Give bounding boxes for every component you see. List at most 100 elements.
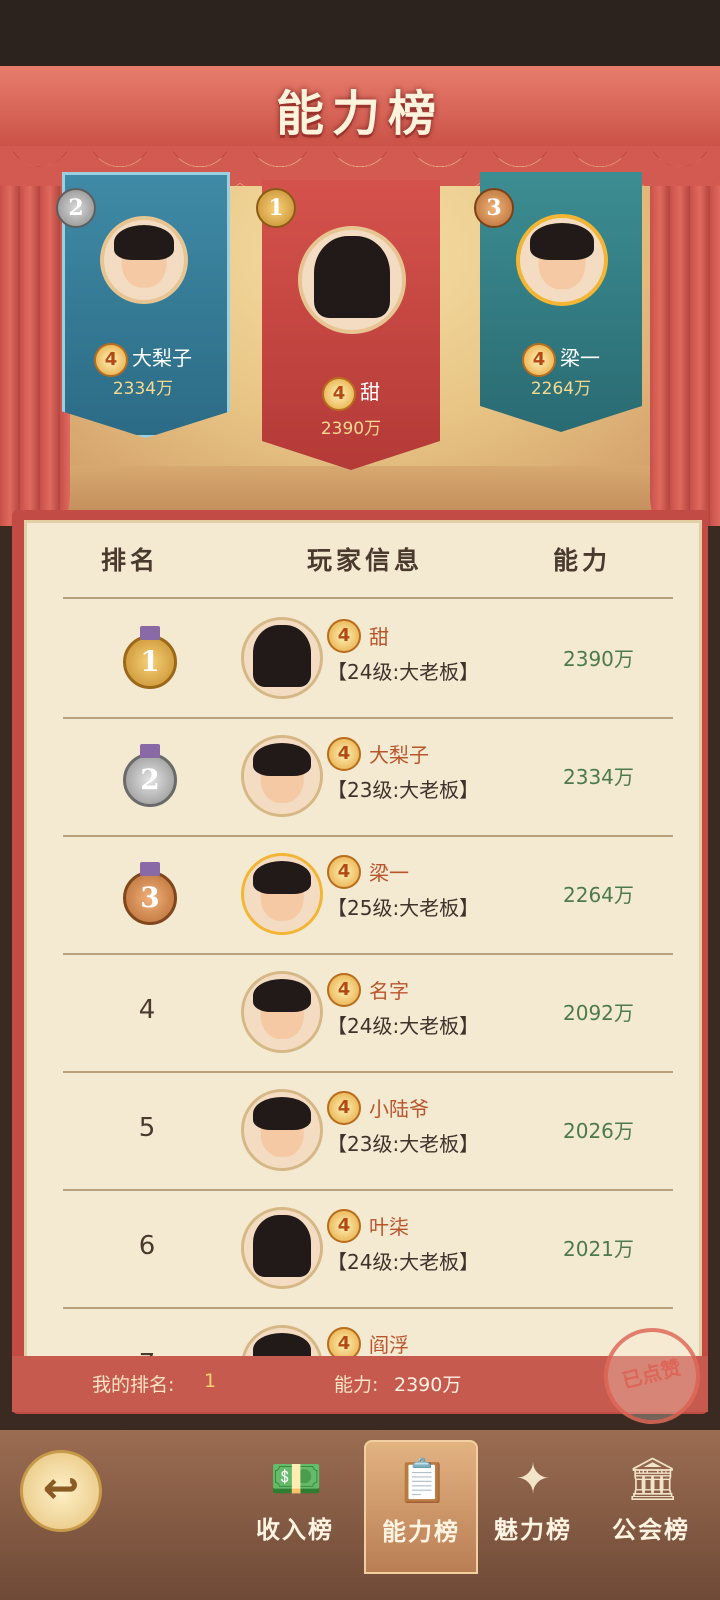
podium-score: 2390万 <box>320 419 382 439</box>
vip-badge-icon: 4 <box>522 342 556 377</box>
avatar-hair <box>253 742 311 776</box>
avatar-hair <box>253 1214 311 1277</box>
header-rank: 排名 <box>101 546 160 575</box>
my-ability-label: 能力: <box>334 1374 379 1396</box>
avatar-hair <box>253 1096 311 1130</box>
avatar-hair <box>253 624 311 687</box>
table-row[interactable]: 5 4 小陆爷 【23级:大老板】 2026万 <box>63 1073 673 1191</box>
avatar[interactable] <box>241 1089 323 1171</box>
guild-building-icon: 🏛 <box>626 1454 680 1503</box>
player-level: 【23级:大老板】 <box>327 1132 480 1156</box>
avatar[interactable] <box>241 853 323 935</box>
sparkle-icon: ✦ <box>515 1454 551 1503</box>
vip-badge-icon: 4 <box>94 342 128 377</box>
my-rank-value: 1 <box>204 1370 217 1392</box>
avatar-hair <box>314 236 390 318</box>
player-level: 【25级:大老板】 <box>327 896 480 920</box>
player-level: 【24级:大老板】 <box>327 1014 480 1038</box>
podium-name: 梁一 <box>560 346 600 370</box>
ability-score: 2021万 <box>563 1237 634 1261</box>
tab-charm[interactable]: ✦ 魅力榜 <box>478 1440 588 1570</box>
bronze-medal-icon: 3 <box>123 862 177 925</box>
player-name: 大梨子 <box>369 743 429 767</box>
rank-number: 6 <box>138 1231 156 1261</box>
player-name: 阎浮 <box>369 1333 409 1357</box>
vip-badge-icon: 4 <box>327 619 361 653</box>
header-ability: 能力 <box>553 546 612 575</box>
header-divider <box>63 597 673 599</box>
gold-medal-icon: 1 <box>256 188 296 228</box>
silver-medal-icon: 2 <box>123 744 177 807</box>
table-row[interactable]: 2 4 大梨子 【23级:大老板】 2334万 <box>63 719 673 837</box>
avatar[interactable] <box>298 226 406 334</box>
clipboard-icon: 📋 <box>396 1456 449 1505</box>
podium-name: 大梨子 <box>132 346 192 370</box>
curtain-left <box>0 126 70 526</box>
ability-score: 2092万 <box>563 1001 634 1025</box>
tab-ability[interactable]: 📋 能力榜 <box>364 1440 478 1574</box>
podium-name-row: 4 梁一 <box>480 342 642 377</box>
page-title: 能力榜 <box>275 86 444 142</box>
silver-medal-icon: 2 <box>56 188 96 228</box>
player-level: 【24级:大老板】 <box>327 660 480 684</box>
avatar[interactable] <box>100 216 188 304</box>
rank-number: 4 <box>138 995 156 1025</box>
vip-badge-icon: 4 <box>327 737 361 771</box>
table-row[interactable]: 1 4 甜 【24级:大老板】 2390万 <box>63 601 673 719</box>
curtain-right <box>650 126 720 526</box>
avatar[interactable] <box>241 1207 323 1289</box>
ability-score: 2264万 <box>563 883 634 907</box>
player-name: 梁一 <box>369 861 409 885</box>
tab-label: 收入榜 <box>256 1516 334 1544</box>
avatar-hair <box>530 223 594 260</box>
vip-badge-icon: 4 <box>327 1209 361 1243</box>
podium-name: 甜 <box>360 380 380 404</box>
player-name: 甜 <box>369 625 389 649</box>
player-level: 【23级:大老板】 <box>327 778 480 802</box>
vip-badge-icon: 4 <box>322 376 356 411</box>
rank-number: 5 <box>138 1113 156 1143</box>
vip-badge-icon: 4 <box>327 973 361 1007</box>
tab-guild[interactable]: 🏛 公会榜 <box>596 1440 706 1570</box>
player-name: 小陆爷 <box>369 1097 429 1121</box>
avatar-hair <box>253 860 311 894</box>
my-ability-value: 2390万 <box>394 1374 462 1396</box>
podium-second[interactable]: 2 4 大梨子 2334万 <box>56 172 230 438</box>
vip-badge-icon: 4 <box>327 1091 361 1125</box>
table-row[interactable]: 3 4 梁一 【25级:大老板】 2264万 <box>63 837 673 955</box>
podium-name-row: 4甜 <box>262 376 440 411</box>
ranking-table[interactable]: 排名 玩家信息 能力 1 4 甜 【24级:大老板】 2390万 2 4 大梨子… <box>24 520 702 1366</box>
ranking-list[interactable]: 1 4 甜 【24级:大老板】 2390万 2 4 大梨子 【23级:大老板】 … <box>63 601 673 1363</box>
vip-badge-icon: 4 <box>327 855 361 889</box>
avatar[interactable] <box>516 214 608 306</box>
tab-label: 公会榜 <box>612 1516 690 1544</box>
avatar[interactable] <box>241 617 323 699</box>
ability-score: 2026万 <box>563 1119 634 1143</box>
tab-label: 能力榜 <box>382 1518 460 1546</box>
back-arrow-icon[interactable]: ↩ <box>20 1450 102 1532</box>
podium-third[interactable]: 3 4 梁一 2264万 <box>474 172 642 432</box>
avatar-hair <box>253 978 311 1012</box>
podium-name-row: 4 大梨子 <box>62 342 224 377</box>
podium-first[interactable]: 1 4甜 2390万 <box>256 180 440 470</box>
table-row[interactable]: 4 4 名字 【24级:大老板】 2092万 <box>63 955 673 1073</box>
tab-label: 魅力榜 <box>494 1516 572 1544</box>
avatar-hair <box>113 224 175 260</box>
table-row[interactable]: 6 4 叶柒 【24级:大老板】 2021万 <box>63 1191 673 1309</box>
avatar[interactable] <box>241 735 323 817</box>
top-status-bar <box>0 0 720 66</box>
bronze-medal-icon: 3 <box>474 188 514 228</box>
player-name: 名字 <box>369 979 409 1003</box>
avatar[interactable] <box>241 971 323 1053</box>
podium-score: 2334万 <box>112 379 174 399</box>
podium-score: 2264万 <box>530 379 592 399</box>
tab-income[interactable]: 💵 收入榜 <box>240 1440 350 1570</box>
player-level: 【24级:大老板】 <box>327 1250 480 1274</box>
gold-medal-icon: 1 <box>123 626 177 689</box>
my-rank-label: 我的排名: <box>92 1374 175 1396</box>
ability-score: 2390万 <box>563 647 634 671</box>
money-icon: 💵 <box>270 1454 323 1503</box>
player-name: 叶柒 <box>369 1215 409 1239</box>
ability-score: 2334万 <box>563 765 634 789</box>
header-player-info: 玩家信息 <box>307 546 424 575</box>
